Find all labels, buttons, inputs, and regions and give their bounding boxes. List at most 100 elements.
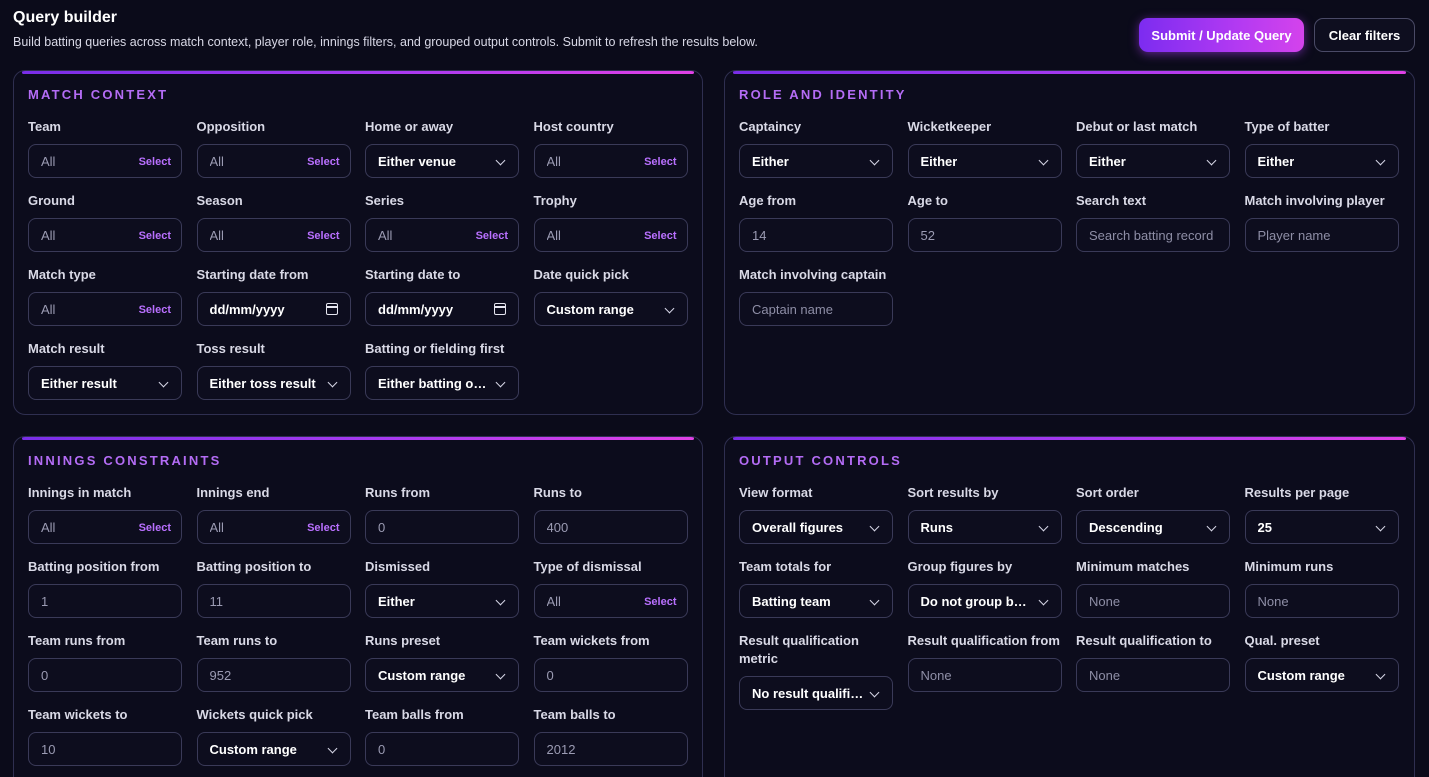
field-label: Team totals for <box>739 559 832 574</box>
match-involving-captain-text-field[interactable] <box>752 301 880 317</box>
field-label: Season <box>196 193 243 208</box>
age-from-text-field[interactable] <box>752 227 880 243</box>
team-wickets-from-input[interactable] <box>533 658 688 692</box>
minimum-runs-input[interactable] <box>1244 584 1399 618</box>
submit-query-button[interactable]: Submit / Update Query <box>1139 18 1304 52</box>
age-to-input[interactable] <box>907 218 1062 252</box>
batting-position-from-text-field[interactable] <box>41 593 169 609</box>
calendar-icon[interactable] <box>494 303 506 315</box>
result-qualification-to-text-field[interactable] <box>1089 667 1217 683</box>
view-format-dropdown[interactable]: Overall figures <box>739 510 893 544</box>
control-value: All <box>378 227 393 243</box>
season-multiselect[interactable]: All Select <box>196 218 351 252</box>
team-multiselect[interactable]: All Select <box>28 144 182 178</box>
team-balls-from-input[interactable] <box>365 732 519 766</box>
team-wickets-to-input[interactable] <box>28 732 182 766</box>
batting-position-to-input[interactable] <box>196 584 351 618</box>
select-link[interactable]: Select <box>644 596 676 608</box>
team-balls-from-text-field[interactable] <box>378 741 506 757</box>
team-wickets-from-text-field[interactable] <box>546 667 675 683</box>
date-quick-pick-dropdown[interactable]: Custom range <box>533 292 688 326</box>
starting-date-to-date-picker[interactable]: dd/mm/yyyy <box>365 292 519 326</box>
wickets-quick-pick-dropdown[interactable]: Custom range <box>196 732 351 766</box>
chevron-down-icon <box>1206 521 1217 532</box>
field-debut-or-last-match: Debut or last match Either <box>1076 118 1230 192</box>
runs-to-input[interactable] <box>533 510 688 544</box>
type-of-dismissal-multiselect[interactable]: All Select <box>533 584 688 618</box>
panel-title: INNINGS CONSTRAINTS <box>28 453 222 468</box>
select-link[interactable]: Select <box>307 230 339 242</box>
team-totals-for-dropdown[interactable]: Batting team <box>739 584 893 618</box>
sort-order-dropdown[interactable]: Descending <box>1076 510 1230 544</box>
sort-results-by-dropdown[interactable]: Runs <box>907 510 1062 544</box>
minimum-matches-text-field[interactable] <box>1089 593 1217 609</box>
team-runs-to-input[interactable] <box>196 658 351 692</box>
qual-preset-dropdown[interactable]: Custom range <box>1244 658 1399 692</box>
home-or-away-dropdown[interactable]: Either venue <box>365 144 519 178</box>
select-link[interactable]: Select <box>139 522 171 534</box>
type-of-batter-dropdown[interactable]: Either <box>1244 144 1399 178</box>
field-label: Minimum matches <box>1076 559 1190 574</box>
search-text-input[interactable] <box>1076 218 1230 252</box>
match-type-multiselect[interactable]: All Select <box>28 292 182 326</box>
toss-result-dropdown[interactable]: Either toss result <box>196 366 351 400</box>
team-balls-to-text-field[interactable] <box>546 741 675 757</box>
team-balls-to-input[interactable] <box>533 732 688 766</box>
age-from-input[interactable] <box>739 218 893 252</box>
team-runs-to-text-field[interactable] <box>209 667 338 683</box>
runs-from-text-field[interactable] <box>378 519 506 535</box>
team-runs-from-input[interactable] <box>28 658 182 692</box>
runs-to-text-field[interactable] <box>546 519 675 535</box>
chevron-down-icon <box>495 155 506 166</box>
trophy-multiselect[interactable]: All Select <box>533 218 688 252</box>
match-involving-captain-input[interactable] <box>739 292 893 326</box>
result-qualification-from-input[interactable] <box>907 658 1062 692</box>
runs-preset-dropdown[interactable]: Custom range <box>365 658 519 692</box>
team-wickets-to-text-field[interactable] <box>41 741 169 757</box>
series-multiselect[interactable]: All Select <box>365 218 519 252</box>
select-link[interactable]: Select <box>139 230 171 242</box>
captaincy-dropdown[interactable]: Either <box>739 144 893 178</box>
match-involving-player-text-field[interactable] <box>1257 227 1386 243</box>
innings-in-match-multiselect[interactable]: All Select <box>28 510 182 544</box>
chevron-down-icon <box>1375 669 1385 680</box>
match-result-dropdown[interactable]: Either result <box>28 366 182 400</box>
results-per-page-dropdown[interactable]: 25 <box>1244 510 1399 544</box>
search-text-text-field[interactable] <box>1089 227 1217 243</box>
calendar-icon[interactable] <box>325 303 338 315</box>
field-team-runs-from: Team runs from <box>28 632 182 706</box>
batting-or-fielding-first-dropdown[interactable]: Either batting or fielding first <box>365 366 519 400</box>
age-to-text-field[interactable] <box>920 227 1049 243</box>
match-involving-player-input[interactable] <box>1244 218 1399 252</box>
minimum-runs-text-field[interactable] <box>1257 593 1386 609</box>
page-title: Query builder <box>13 9 118 26</box>
result-qualification-metric-dropdown[interactable]: No result qualification <box>739 676 893 710</box>
batting-position-to-text-field[interactable] <box>209 593 338 609</box>
select-link[interactable]: Select <box>644 230 676 242</box>
field-runs-preset: Runs preset Custom range <box>365 632 519 706</box>
select-link[interactable]: Select <box>307 522 339 534</box>
field-grid: Captaincy Either Wicketkeeper Either Debut o… <box>739 118 1399 340</box>
starting-date-from-date-picker[interactable]: dd/mm/yyyy <box>196 292 351 326</box>
select-link[interactable]: Select <box>307 156 339 168</box>
ground-multiselect[interactable]: All Select <box>28 218 182 252</box>
select-link[interactable]: Select <box>139 156 171 168</box>
minimum-matches-input[interactable] <box>1076 584 1230 618</box>
result-qualification-from-text-field[interactable] <box>920 667 1049 683</box>
team-runs-from-text-field[interactable] <box>41 667 169 683</box>
opposition-multiselect[interactable]: All Select <box>196 144 351 178</box>
select-link[interactable]: Select <box>476 230 508 242</box>
group-figures-by-dropdown[interactable]: Do not group by anything <box>907 584 1062 618</box>
wicketkeeper-dropdown[interactable]: Either <box>907 144 1062 178</box>
host-country-multiselect[interactable]: All Select <box>533 144 688 178</box>
debut-or-last-match-dropdown[interactable]: Either <box>1076 144 1230 178</box>
runs-from-input[interactable] <box>365 510 519 544</box>
select-link[interactable]: Select <box>139 304 171 316</box>
dismissed-dropdown[interactable]: Either <box>365 584 519 618</box>
chevron-down-icon <box>1038 595 1048 606</box>
innings-end-multiselect[interactable]: All Select <box>196 510 351 544</box>
batting-position-from-input[interactable] <box>28 584 182 618</box>
result-qualification-to-input[interactable] <box>1076 658 1230 692</box>
select-link[interactable]: Select <box>644 156 676 168</box>
clear-filters-button[interactable]: Clear filters <box>1314 18 1415 52</box>
